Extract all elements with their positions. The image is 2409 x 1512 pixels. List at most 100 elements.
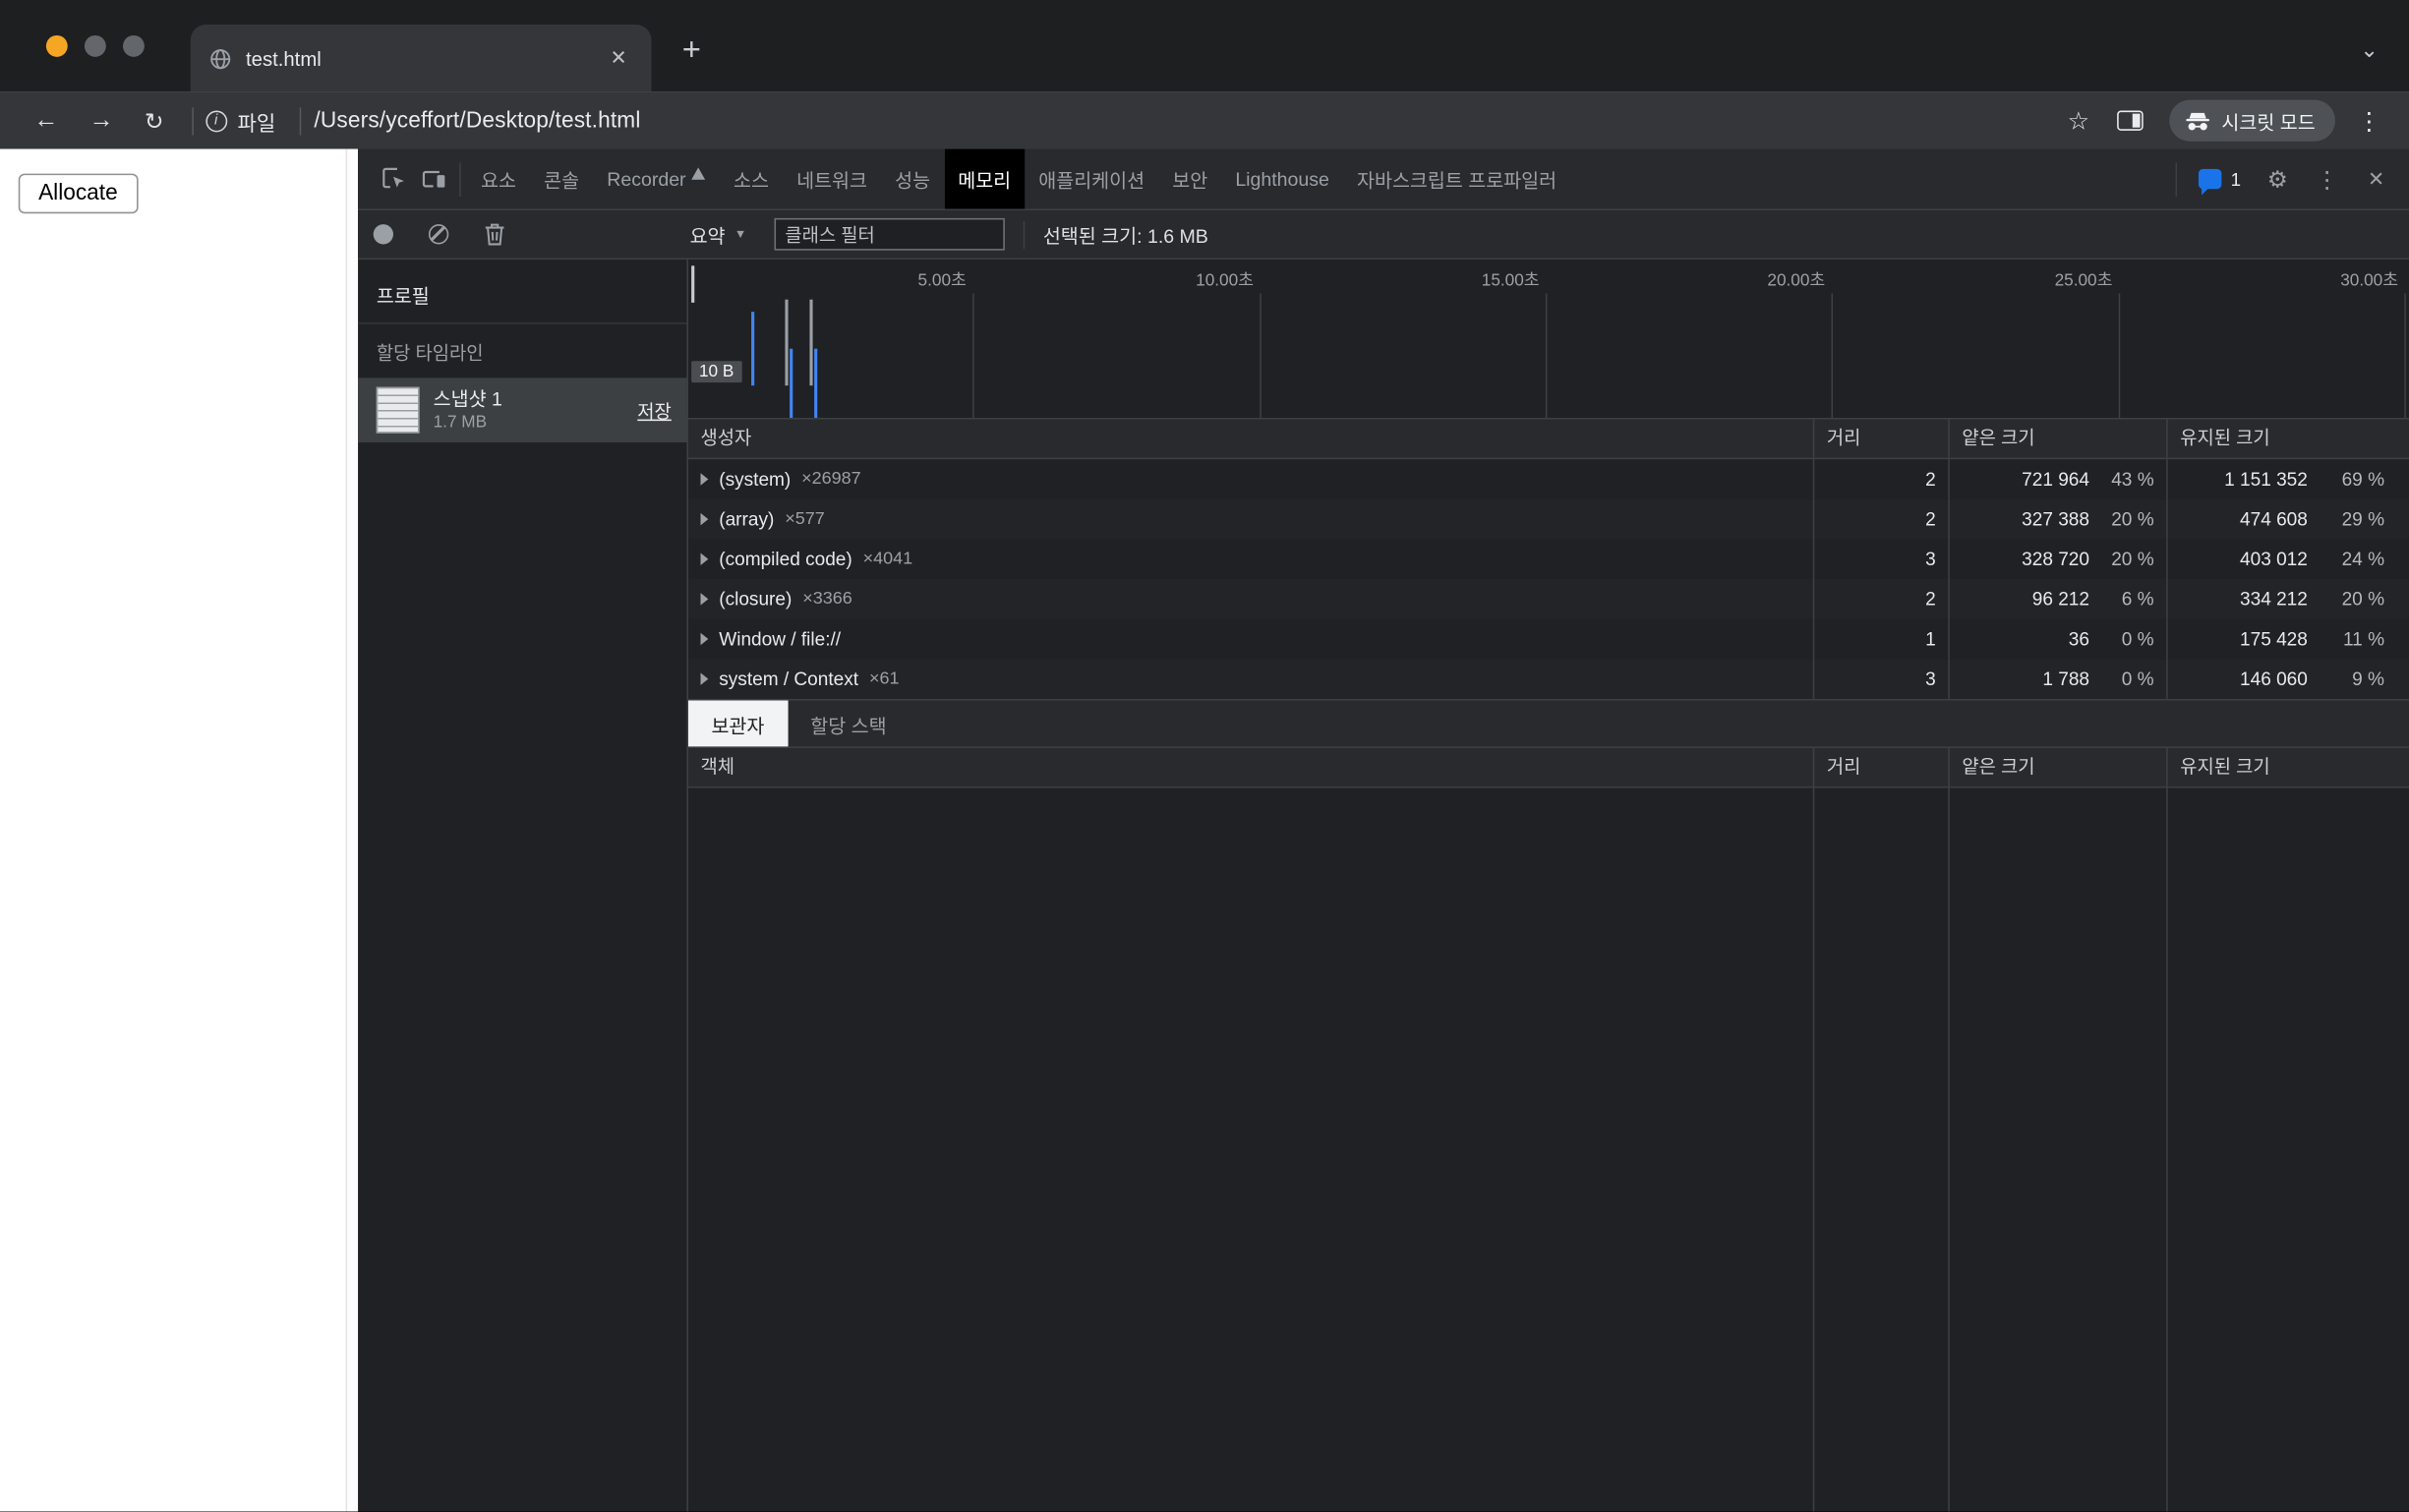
page-viewport: Allocate <box>0 149 358 1512</box>
recorder-warning-icon <box>692 167 706 180</box>
settings-gear-icon[interactable]: ⚙ <box>2257 165 2299 193</box>
chevron-down-icon: ▼ <box>734 227 746 241</box>
macos-minimize-button[interactable] <box>85 35 106 57</box>
tab-retainers[interactable]: 보관자 <box>688 701 788 747</box>
issues-button[interactable]: 1 <box>2189 168 2250 190</box>
column-header-shallow-size[interactable]: 얕은 크기 <box>1948 748 2166 786</box>
shallow-size: 328 720 <box>1950 539 2095 579</box>
timeline-size-marker: 10 B <box>691 361 741 382</box>
bookmark-star-icon[interactable]: ☆ <box>2054 105 2104 136</box>
column-header-object[interactable]: 객체 <box>688 748 1813 786</box>
reload-icon[interactable]: ↻ <box>129 107 179 135</box>
allocation-bar <box>809 300 812 386</box>
url-text[interactable]: /Users/yceffort/Desktop/test.html <box>314 108 2053 133</box>
browser-tab[interactable]: test.html ✕ <box>191 25 652 92</box>
column-header-constructor[interactable]: 생성자 <box>688 420 1813 458</box>
toolbar-divider <box>1024 220 1026 248</box>
table-row[interactable]: (closure) ×3366 2 96 2126 % 334 21220 % <box>688 579 2409 619</box>
tab-performance[interactable]: 성능 <box>881 149 944 209</box>
timeline-tick: 10.00초 <box>1131 267 1254 292</box>
memory-toolbar: 요약 ▼ 선택된 크기: 1.6 MB <box>358 210 2409 260</box>
tab-recorder[interactable]: Recorder <box>593 149 720 209</box>
column-header-retained-size[interactable]: 유지된 크기 <box>2166 420 2409 458</box>
column-header-retained-size[interactable]: 유지된 크기 <box>2166 748 2409 786</box>
macos-close-button[interactable] <box>46 35 68 57</box>
table-row[interactable]: (compiled code) ×4041 3 328 72020 % 403 … <box>688 539 2409 579</box>
constructor-name: system / Context <box>719 659 858 699</box>
retained-size: 1 151 352 <box>2168 459 2314 499</box>
tab-security[interactable]: 보안 <box>1158 149 1221 209</box>
allocation-timeline-group-header: 할당 타임라인 <box>358 324 686 378</box>
devtools-close-icon[interactable]: ✕ <box>2355 167 2396 192</box>
table-row[interactable]: (system) ×26987 2 721 96443 % 1 151 3526… <box>688 459 2409 499</box>
constructor-name: Window / file:// <box>719 619 841 660</box>
address-divider <box>300 107 302 135</box>
retainers-tabbar: 보관자 할당 스택 <box>688 699 2409 748</box>
back-icon[interactable]: ← <box>19 107 74 135</box>
incognito-label: 시크릿 모드 <box>2221 106 2315 136</box>
devtools-menu-icon[interactable]: ⋮ <box>2305 165 2349 193</box>
timeline-gridline <box>2404 293 2406 418</box>
distance-value: 3 <box>1813 539 1949 579</box>
column-header-distance[interactable]: 거리 <box>1813 748 1949 786</box>
table-row[interactable]: system / Context ×61 3 1 7880 % 146 0609… <box>688 659 2409 699</box>
new-tab-button[interactable]: + <box>682 33 701 66</box>
snapshot-item[interactable]: 스냅샷 1 1.7 MB 저장 <box>358 378 686 442</box>
expand-arrow-icon[interactable] <box>701 633 709 646</box>
tab-sources[interactable]: 소스 <box>720 149 783 209</box>
tab-console[interactable]: 콘솔 <box>530 149 593 209</box>
perspective-select[interactable]: 요약 ▼ <box>672 219 765 249</box>
constructor-count: ×4041 <box>863 539 912 579</box>
browser-window: test.html ✕ + ⌄ ← → ↻ i 파일 /Users/yceffo… <box>0 0 2409 1512</box>
snapshot-save-link[interactable]: 저장 <box>637 397 672 424</box>
column-header-distance[interactable]: 거리 <box>1813 420 1949 458</box>
table-row[interactable]: (array) ×577 2 327 38820 % 474 60829 % <box>688 499 2409 540</box>
expand-arrow-icon[interactable] <box>701 593 709 606</box>
record-icon[interactable] <box>374 224 393 244</box>
table-row[interactable]: Window / file:// 1 360 % 175 42811 % <box>688 619 2409 660</box>
delete-profiles-icon[interactable] <box>484 223 505 246</box>
tab-search-chevron-icon[interactable]: ⌄ <box>2360 37 2378 64</box>
allocate-button[interactable]: Allocate <box>19 174 138 214</box>
expand-arrow-icon[interactable] <box>701 553 709 566</box>
tab-allocation-stack[interactable]: 할당 스택 <box>788 701 910 747</box>
page-info-icon[interactable]: i <box>206 110 227 132</box>
retained-size-pct: 11 % <box>2314 619 2409 660</box>
incognito-badge[interactable]: 시크릿 모드 <box>2169 100 2335 142</box>
allocation-timeline-overview[interactable]: 5.00초 10.00초 15.00초 20.00초 25.00초 30.00초… <box>688 260 2409 420</box>
inspect-element-icon[interactable] <box>374 159 414 200</box>
tab-application[interactable]: 애플리케이션 <box>1025 149 1158 209</box>
retained-size-pct: 9 % <box>2314 659 2409 699</box>
page-scrollbar[interactable] <box>346 149 359 1512</box>
retained-size: 474 608 <box>2168 499 2314 540</box>
tab-memory[interactable]: 메모리 <box>944 149 1025 209</box>
browser-menu-icon[interactable]: ⋮ <box>2348 105 2391 136</box>
expand-arrow-icon[interactable] <box>701 513 709 526</box>
expand-arrow-icon[interactable] <box>701 473 709 486</box>
distance-value: 2 <box>1813 459 1949 499</box>
clear-icon[interactable] <box>429 224 448 244</box>
tab-elements[interactable]: 요소 <box>467 149 530 209</box>
tab-network[interactable]: 네트워크 <box>783 149 881 209</box>
retained-size: 334 212 <box>2168 579 2314 619</box>
tab-js-profiler[interactable]: 자바스크립트 프로파일러 <box>1343 149 1570 209</box>
side-panel-icon[interactable] <box>2117 111 2144 131</box>
shallow-size: 327 388 <box>1950 499 2095 540</box>
forward-icon[interactable]: → <box>74 107 129 135</box>
column-header-shallow-size[interactable]: 얕은 크기 <box>1948 420 2166 458</box>
tab-close-icon[interactable]: ✕ <box>604 43 633 74</box>
constructor-count: ×26987 <box>801 459 860 499</box>
address-bar: ← → ↻ i 파일 /Users/yceffort/Desktop/test.… <box>0 92 2409 149</box>
distance-value: 2 <box>1813 499 1949 540</box>
timeline-tick: 5.00초 <box>844 267 967 292</box>
incognito-icon <box>2185 110 2211 132</box>
tab-lighthouse[interactable]: Lighthouse <box>1221 149 1343 209</box>
retained-size-pct: 24 % <box>2314 539 2409 579</box>
timeline-gridline <box>2119 293 2121 418</box>
shallow-size-pct: 20 % <box>2095 499 2166 540</box>
macos-zoom-button[interactable] <box>123 35 145 57</box>
class-filter-input[interactable] <box>774 218 1004 251</box>
shallow-size: 36 <box>1950 619 2095 660</box>
device-toolbar-icon[interactable] <box>413 159 453 200</box>
expand-arrow-icon[interactable] <box>701 672 709 685</box>
